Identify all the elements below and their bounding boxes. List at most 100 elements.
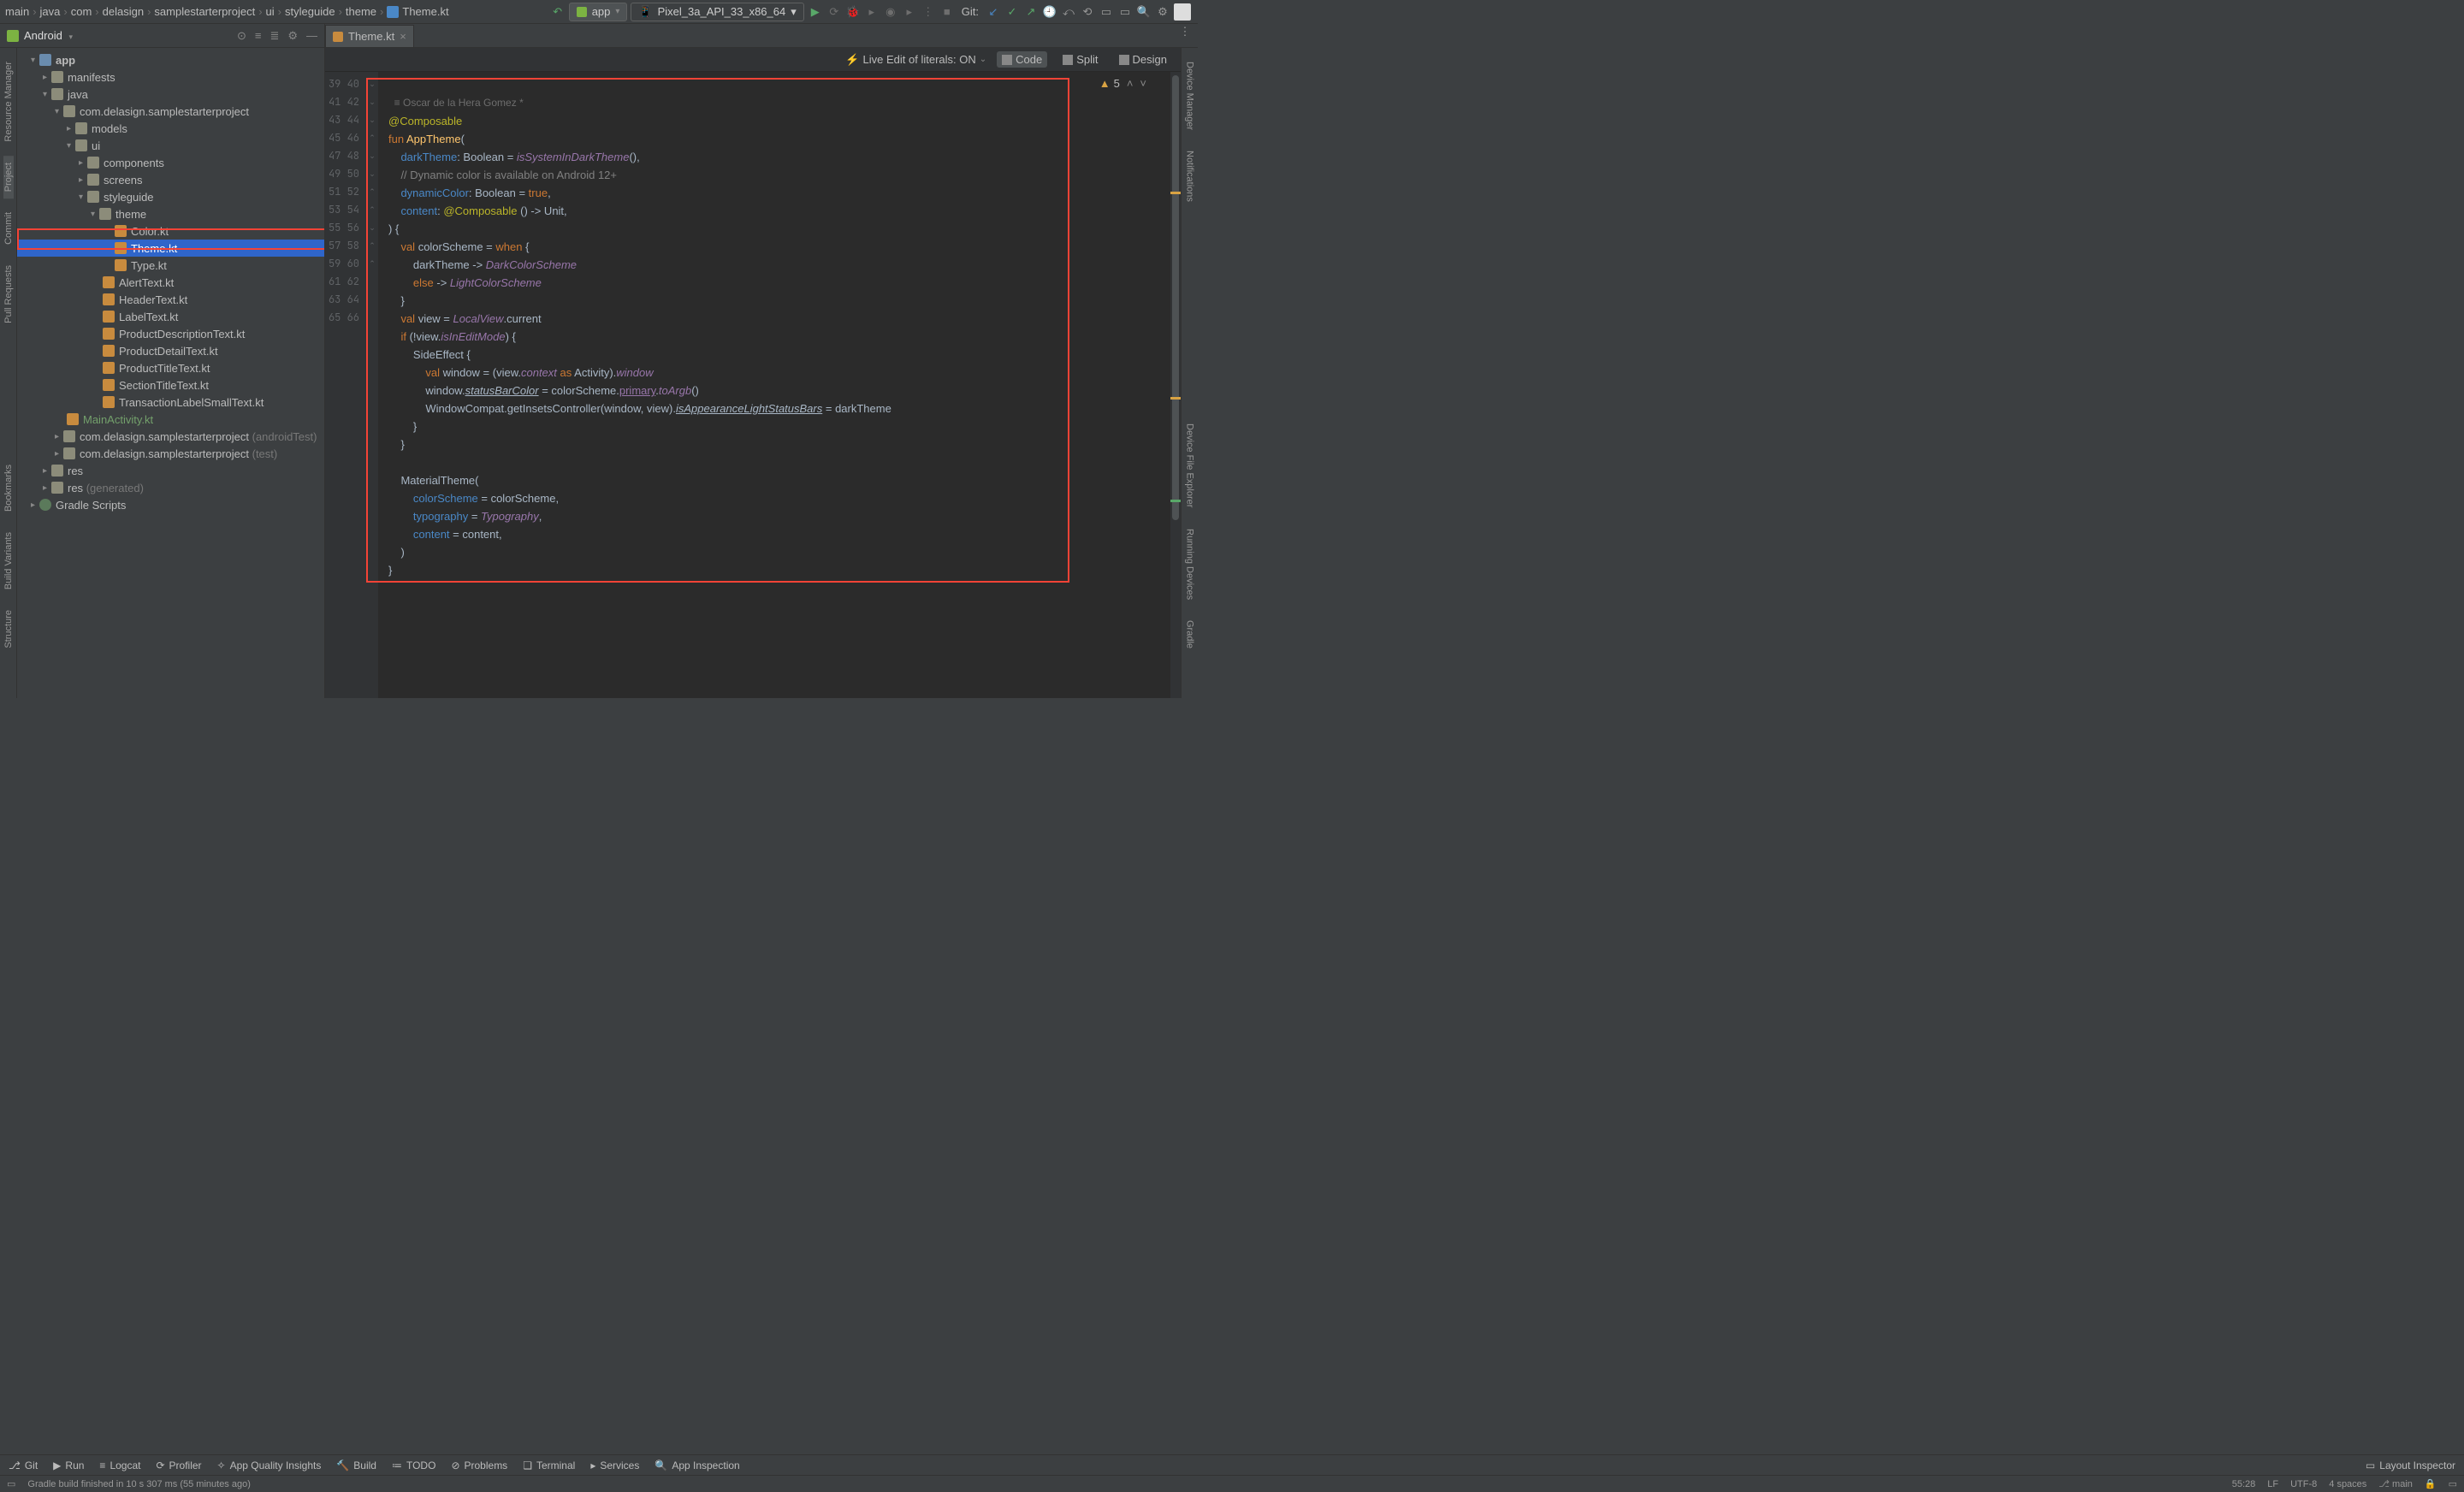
tree-styleguide[interactable]: ▾styleguide bbox=[17, 188, 324, 205]
git-branch[interactable]: ⎇ main bbox=[2378, 1478, 2413, 1489]
tool-git[interactable]: ⎇Git bbox=[9, 1459, 38, 1471]
expand-icon[interactable]: ≡ bbox=[255, 29, 262, 43]
back-icon[interactable]: ↶ bbox=[550, 4, 566, 20]
tool-commit[interactable]: Commit bbox=[3, 205, 14, 252]
history-icon[interactable]: 🕘 bbox=[1042, 4, 1057, 20]
search-icon[interactable]: 🔍 bbox=[1136, 4, 1152, 20]
select-file-icon[interactable]: ⊙ bbox=[237, 29, 246, 43]
tree-sectiontitle[interactable]: SectionTitleText.kt bbox=[17, 376, 324, 394]
fold-column[interactable]: ⌄⌄⌄⌃⌄⌄⌃⌃⌄⌃⌃ bbox=[366, 72, 378, 698]
breadcrumb-ui[interactable]: ui bbox=[266, 5, 275, 18]
tool-terminal[interactable]: ❏Terminal bbox=[523, 1459, 575, 1471]
tree-pkg-test[interactable]: ▸com.delasign.samplestarterproject (test… bbox=[17, 445, 324, 462]
tool-bookmarks[interactable]: Bookmarks bbox=[3, 458, 14, 518]
prev-highlight-icon[interactable]: ˄ bbox=[1127, 77, 1134, 90]
tree-screens[interactable]: ▸screens bbox=[17, 171, 324, 188]
tree-ui[interactable]: ▾ui bbox=[17, 137, 324, 154]
status-window-icon[interactable]: ▭ bbox=[7, 1478, 15, 1489]
git-commit-icon[interactable]: ✓ bbox=[1004, 4, 1020, 20]
tree-res-gen[interactable]: ▸res (generated) bbox=[17, 479, 324, 496]
ok-marker[interactable] bbox=[1170, 500, 1181, 502]
project-view-selector[interactable]: Android ▾ bbox=[24, 29, 73, 42]
tool-running-devices[interactable]: Running Devices bbox=[1185, 522, 1195, 607]
line-ending[interactable]: LF bbox=[2267, 1479, 2278, 1489]
sync-icon[interactable]: ⟲ bbox=[1080, 4, 1095, 20]
apply-changes-icon[interactable]: ⟳ bbox=[826, 4, 842, 20]
tree-gradle-scripts[interactable]: ▸Gradle Scripts bbox=[17, 496, 324, 513]
tool-build-variants[interactable]: Build Variants bbox=[3, 525, 14, 596]
breadcrumb-theme[interactable]: theme bbox=[346, 5, 376, 18]
indent-info[interactable]: 4 spaces bbox=[2329, 1479, 2366, 1489]
editor-mode-design[interactable]: Design bbox=[1114, 51, 1172, 68]
tool-logcat[interactable]: ≡Logcat bbox=[99, 1459, 140, 1471]
breadcrumb-delasign[interactable]: delasign bbox=[103, 5, 144, 18]
caret-position[interactable]: 55:28 bbox=[2232, 1479, 2256, 1489]
tool-device-manager[interactable]: Device Manager bbox=[1185, 55, 1195, 137]
tree-headertext[interactable]: HeaderText.kt bbox=[17, 291, 324, 308]
code-area[interactable]: ≡ Oscar de la Hera Gomez * @Composable f… bbox=[378, 72, 1170, 698]
tree-res[interactable]: ▸res bbox=[17, 462, 324, 479]
avd-icon[interactable]: ▭ bbox=[1099, 4, 1114, 20]
tree-pkg-main[interactable]: ▾com.delasign.samplestarterproject bbox=[17, 103, 324, 120]
tree-color-kt[interactable]: Color.kt bbox=[17, 222, 324, 240]
process-indicator[interactable]: ▭ bbox=[2449, 1478, 2457, 1489]
editor-mode-code[interactable]: Code bbox=[997, 51, 1047, 68]
tool-todo[interactable]: ≔TODO bbox=[392, 1459, 435, 1471]
tree-models[interactable]: ▸models bbox=[17, 120, 324, 137]
breadcrumb-main[interactable]: main bbox=[5, 5, 29, 18]
breadcrumb-file[interactable]: Theme.kt bbox=[402, 5, 448, 18]
collapse-icon[interactable]: ≣ bbox=[270, 29, 279, 43]
attach-icon[interactable]: ▸ bbox=[902, 4, 917, 20]
editor-tab-theme[interactable]: Theme.kt × bbox=[325, 25, 414, 47]
tree-productdetail[interactable]: ProductDetailText.kt bbox=[17, 342, 324, 359]
settings-icon[interactable]: ⚙ bbox=[287, 29, 298, 43]
tree-mainactivity[interactable]: MainActivity.kt bbox=[17, 411, 324, 428]
tree-type-kt[interactable]: Type.kt bbox=[17, 257, 324, 274]
tool-resource-manager[interactable]: Resource Manager bbox=[3, 55, 14, 149]
tool-build[interactable]: 🔨Build bbox=[336, 1459, 376, 1471]
tree-producttitle[interactable]: ProductTitleText.kt bbox=[17, 359, 324, 376]
tool-structure[interactable]: Structure bbox=[3, 603, 14, 655]
git-pull-icon[interactable]: ↙ bbox=[986, 4, 1001, 20]
tool-pull-requests[interactable]: Pull Requests bbox=[3, 258, 14, 330]
tree-txlabel[interactable]: TransactionLabelSmallText.kt bbox=[17, 394, 324, 411]
editor-body[interactable]: 39 40 41 42 43 44 45 46 47 48 49 50 51 5… bbox=[325, 72, 1181, 698]
device-selector[interactable]: 📱 Pixel_3a_API_33_x86_64 ▾ bbox=[631, 3, 803, 21]
tree-app[interactable]: ▾app bbox=[17, 51, 324, 68]
coverage-icon[interactable]: ▸ bbox=[864, 4, 880, 20]
tool-layout-inspector[interactable]: ▭Layout Inspector bbox=[2366, 1459, 2455, 1471]
sdk-icon[interactable]: ▭ bbox=[1117, 4, 1133, 20]
tree-manifests[interactable]: ▸manifests bbox=[17, 68, 324, 86]
breadcrumb-styleguide[interactable]: styleguide bbox=[285, 5, 335, 18]
tree-productdesc[interactable]: ProductDescriptionText.kt bbox=[17, 325, 324, 342]
settings-icon[interactable]: ⚙ bbox=[1155, 4, 1170, 20]
close-tab-icon[interactable]: × bbox=[400, 30, 406, 43]
git-push-icon[interactable]: ↗ bbox=[1023, 4, 1039, 20]
hide-icon[interactable]: — bbox=[306, 29, 317, 43]
file-encoding[interactable]: UTF-8 bbox=[2290, 1479, 2317, 1489]
tree-theme-folder[interactable]: ▾theme bbox=[17, 205, 324, 222]
tool-services[interactable]: ▸Services bbox=[590, 1459, 639, 1471]
more-icon[interactable]: ⋮ bbox=[921, 4, 936, 20]
tool-notifications[interactable]: Notifications bbox=[1185, 144, 1195, 209]
live-edit-toggle[interactable]: ⚡Live Edit of literals: ON ⌄ bbox=[845, 53, 986, 67]
next-highlight-icon[interactable]: ˅ bbox=[1140, 77, 1146, 90]
tab-options-icon[interactable]: ⋮ bbox=[1177, 24, 1193, 39]
warning-marker[interactable] bbox=[1170, 397, 1181, 400]
tool-gradle[interactable]: Gradle bbox=[1185, 613, 1195, 655]
tree-labeltext[interactable]: LabelText.kt bbox=[17, 308, 324, 325]
tree-alerttext[interactable]: AlertText.kt bbox=[17, 274, 324, 291]
tool-project[interactable]: Project bbox=[3, 156, 14, 198]
tool-problems[interactable]: ⊘Problems bbox=[451, 1459, 507, 1471]
run-button[interactable]: ▶ bbox=[808, 4, 823, 20]
profile-icon[interactable]: ◉ bbox=[883, 4, 898, 20]
editor-scrollbar[interactable] bbox=[1170, 72, 1181, 698]
editor-mode-split[interactable]: Split bbox=[1057, 51, 1103, 68]
stop-button[interactable]: ■ bbox=[939, 4, 955, 20]
tool-profiler[interactable]: ⟳Profiler bbox=[156, 1459, 201, 1471]
tool-device-file-explorer[interactable]: Device File Explorer bbox=[1185, 417, 1195, 514]
inspection-widget[interactable]: ▲ 5 ˄ ˅ bbox=[1099, 77, 1146, 90]
run-configuration-selector[interactable]: app ▾ bbox=[569, 3, 628, 21]
tree-theme-kt[interactable]: Theme.kt bbox=[17, 240, 324, 257]
breadcrumb-com[interactable]: com bbox=[71, 5, 92, 18]
